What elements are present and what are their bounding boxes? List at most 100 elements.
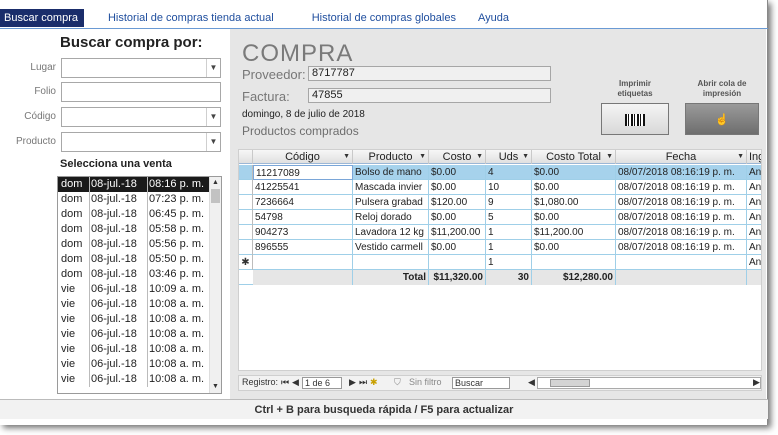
cell-codigo[interactable]: 7236664 <box>253 195 353 210</box>
cell-producto[interactable]: Vestido carmell <box>353 240 429 255</box>
cell-producto[interactable]: Reloj dorado <box>353 210 429 225</box>
print-labels-button[interactable] <box>601 103 669 135</box>
dropdown-icon[interactable]: ▼ <box>737 150 744 164</box>
cell-costo[interactable]: $0.00 <box>429 210 486 225</box>
row-selector[interactable] <box>239 225 253 240</box>
cell-costo-total[interactable]: $0.00 <box>532 210 616 225</box>
scroll-down-icon[interactable]: ▼ <box>210 381 221 393</box>
cell-fecha[interactable]: 08/07/2018 08:16:19 p. m. <box>616 225 747 240</box>
filter-status[interactable]: Sin filtro <box>409 377 442 387</box>
cell-costo-total[interactable] <box>532 255 616 270</box>
cell-fecha[interactable]: 08/07/2018 08:16:19 p. m. <box>616 180 747 195</box>
col-header-producto[interactable]: Producto ▼ <box>353 150 429 164</box>
cell-producto[interactable]: Mascada invier <box>353 180 429 195</box>
cell-codigo[interactable]: 41225541 <box>253 180 353 195</box>
col-header-ing[interactable]: Ing <box>747 150 761 164</box>
scroll-thumb[interactable] <box>211 189 220 203</box>
tab-buscar-compra[interactable]: Buscar compra <box>0 9 84 27</box>
cell-producto[interactable]: Lavadora 12 kg <box>353 225 429 240</box>
cell-costo-total[interactable]: $11,200.00 <box>532 225 616 240</box>
cell-ing[interactable]: An <box>747 180 761 195</box>
sale-list-item[interactable]: vie 06-jul.-18 10:08 a. m. <box>58 312 210 327</box>
sale-list-item[interactable]: dom 08-jul.-18 07:23 p. m. <box>58 192 210 207</box>
row-selector[interactable] <box>239 165 253 180</box>
row-selector[interactable] <box>239 180 253 195</box>
cell-ing[interactable]: An <box>747 240 761 255</box>
dropdown-icon[interactable]: ▼ <box>343 150 350 164</box>
cell-fecha[interactable]: 08/07/2018 08:16:19 p. m. <box>616 195 747 210</box>
sales-list[interactable]: dom 08-jul.-18 08:16 p. m. dom 08-jul.-18 07:… <box>57 176 222 394</box>
cell-ing[interactable]: An <box>747 195 761 210</box>
cell-codigo[interactable]: 11217089 <box>253 165 353 180</box>
col-header-fecha[interactable]: Fecha ▼ <box>616 150 747 164</box>
sale-list-item[interactable]: dom 08-jul.-18 05:58 p. m. <box>58 222 210 237</box>
products-grid[interactable]: Código ▼ Producto ▼ Costo ▼ Uds ▼ Costo Tota… <box>238 149 762 371</box>
cell-producto[interactable]: Bolso de mano <box>353 165 429 180</box>
sale-list-item[interactable]: dom 08-jul.-18 03:46 p. m. <box>58 267 210 282</box>
cell-costo-total[interactable]: $0.00 <box>532 180 616 195</box>
cell-uds[interactable]: 4 <box>486 165 532 180</box>
table-row[interactable]: 54798 Reloj dorado $0.00 5 $0.00 08/07/2018 0… <box>239 210 761 225</box>
cell-uds[interactable]: 1 <box>486 225 532 240</box>
tab-historial-tienda[interactable]: Historial de compras tienda actual <box>108 12 274 24</box>
cell-producto[interactable]: Pulsera grabad <box>353 195 429 210</box>
scroll-left-icon[interactable]: ◀ <box>528 377 535 388</box>
table-row[interactable]: 7236664 Pulsera grabad $120.00 9 $1,080.00 08… <box>239 195 761 210</box>
hscroll-thumb[interactable] <box>550 379 590 387</box>
sale-list-item[interactable]: vie 06-jul.-18 10:08 a. m. <box>58 372 210 387</box>
cell-costo-total[interactable]: $0.00 <box>532 165 616 180</box>
cell-fecha[interactable]: 08/07/2018 08:16:19 p. m. <box>616 165 747 180</box>
table-row[interactable]: 904273 Lavadora 12 kg $11,200.00 1 $11,200.0… <box>239 225 761 240</box>
sale-list-item[interactable]: vie 06-jul.-18 10:08 a. m. <box>58 357 210 372</box>
dropdown-icon[interactable]: ▼ <box>419 150 426 164</box>
table-row[interactable]: 896555 Vestido carmell $0.00 1 $0.00 08/07/20… <box>239 240 761 255</box>
open-print-queue-button[interactable]: ☝ <box>685 103 759 135</box>
sale-list-item[interactable]: dom 08-jul.-18 05:56 p. m. <box>58 237 210 252</box>
row-selector[interactable] <box>239 195 253 210</box>
col-header-codigo[interactable]: Código ▼ <box>253 150 353 164</box>
cell-codigo[interactable]: 54798 <box>253 210 353 225</box>
scroll-right-icon[interactable]: ▶ <box>753 377 760 388</box>
sale-list-item[interactable]: vie 06-jul.-18 10:08 a. m. <box>58 297 210 312</box>
cell-costo[interactable]: $0.00 <box>429 165 486 180</box>
grid-search-input[interactable]: Buscar <box>452 377 510 389</box>
dropdown-icon[interactable]: ▼ <box>606 150 613 164</box>
cell-codigo[interactable]: 904273 <box>253 225 353 240</box>
cell-uds[interactable]: 5 <box>486 210 532 225</box>
cell-costo[interactable] <box>429 255 486 270</box>
chevron-down-icon[interactable]: ▼ <box>206 133 220 151</box>
row-selector[interactable] <box>239 240 253 255</box>
sale-list-item[interactable]: dom 08-jul.-18 06:45 p. m. <box>58 207 210 222</box>
producto-select[interactable]: ▼ <box>61 132 221 152</box>
dropdown-icon[interactable]: ▼ <box>522 150 529 164</box>
tab-historial-global[interactable]: Historial de compras globales <box>312 12 456 24</box>
cell-costo[interactable]: $0.00 <box>429 240 486 255</box>
cell-uds[interactable]: 9 <box>486 195 532 210</box>
prev-record-icon[interactable]: ◀ <box>292 377 299 388</box>
dropdown-icon[interactable]: ▼ <box>476 150 483 164</box>
grid-hscrollbar[interactable] <box>537 377 761 389</box>
record-position[interactable]: 1 de 6 <box>302 377 342 389</box>
cell-costo[interactable]: $120.00 <box>429 195 486 210</box>
codigo-select[interactable]: ▼ <box>61 107 221 127</box>
row-selector-header[interactable] <box>239 150 253 164</box>
col-header-costo-total[interactable]: Costo Total ▼ <box>532 150 616 164</box>
sale-list-item[interactable]: vie 06-jul.-18 10:08 a. m. <box>58 342 210 357</box>
cell-producto[interactable] <box>353 255 429 270</box>
new-record-row[interactable]: ✱ 1 An <box>239 255 761 270</box>
lugar-select[interactable]: ▼ <box>61 58 221 78</box>
first-record-icon[interactable]: ⏮ <box>281 377 289 388</box>
cell-ing[interactable]: An <box>747 165 761 180</box>
cell-codigo[interactable] <box>253 255 353 270</box>
cell-uds[interactable]: 1 <box>486 255 532 270</box>
col-header-uds[interactable]: Uds ▼ <box>486 150 532 164</box>
table-row[interactable]: 11217089 Bolso de mano $0.00 4 $0.00 08/07/20… <box>239 165 761 180</box>
sale-list-item[interactable]: vie 06-jul.-18 10:08 a. m. <box>58 327 210 342</box>
cell-ing[interactable]: An <box>747 225 761 240</box>
cell-costo[interactable]: $0.00 <box>429 180 486 195</box>
sales-scrollbar[interactable]: ▲ ▼ <box>209 177 221 393</box>
chevron-down-icon[interactable]: ▼ <box>206 59 220 77</box>
next-record-icon[interactable]: ▶ <box>349 377 356 388</box>
cell-fecha[interactable] <box>616 255 747 270</box>
row-selector[interactable] <box>239 210 253 225</box>
